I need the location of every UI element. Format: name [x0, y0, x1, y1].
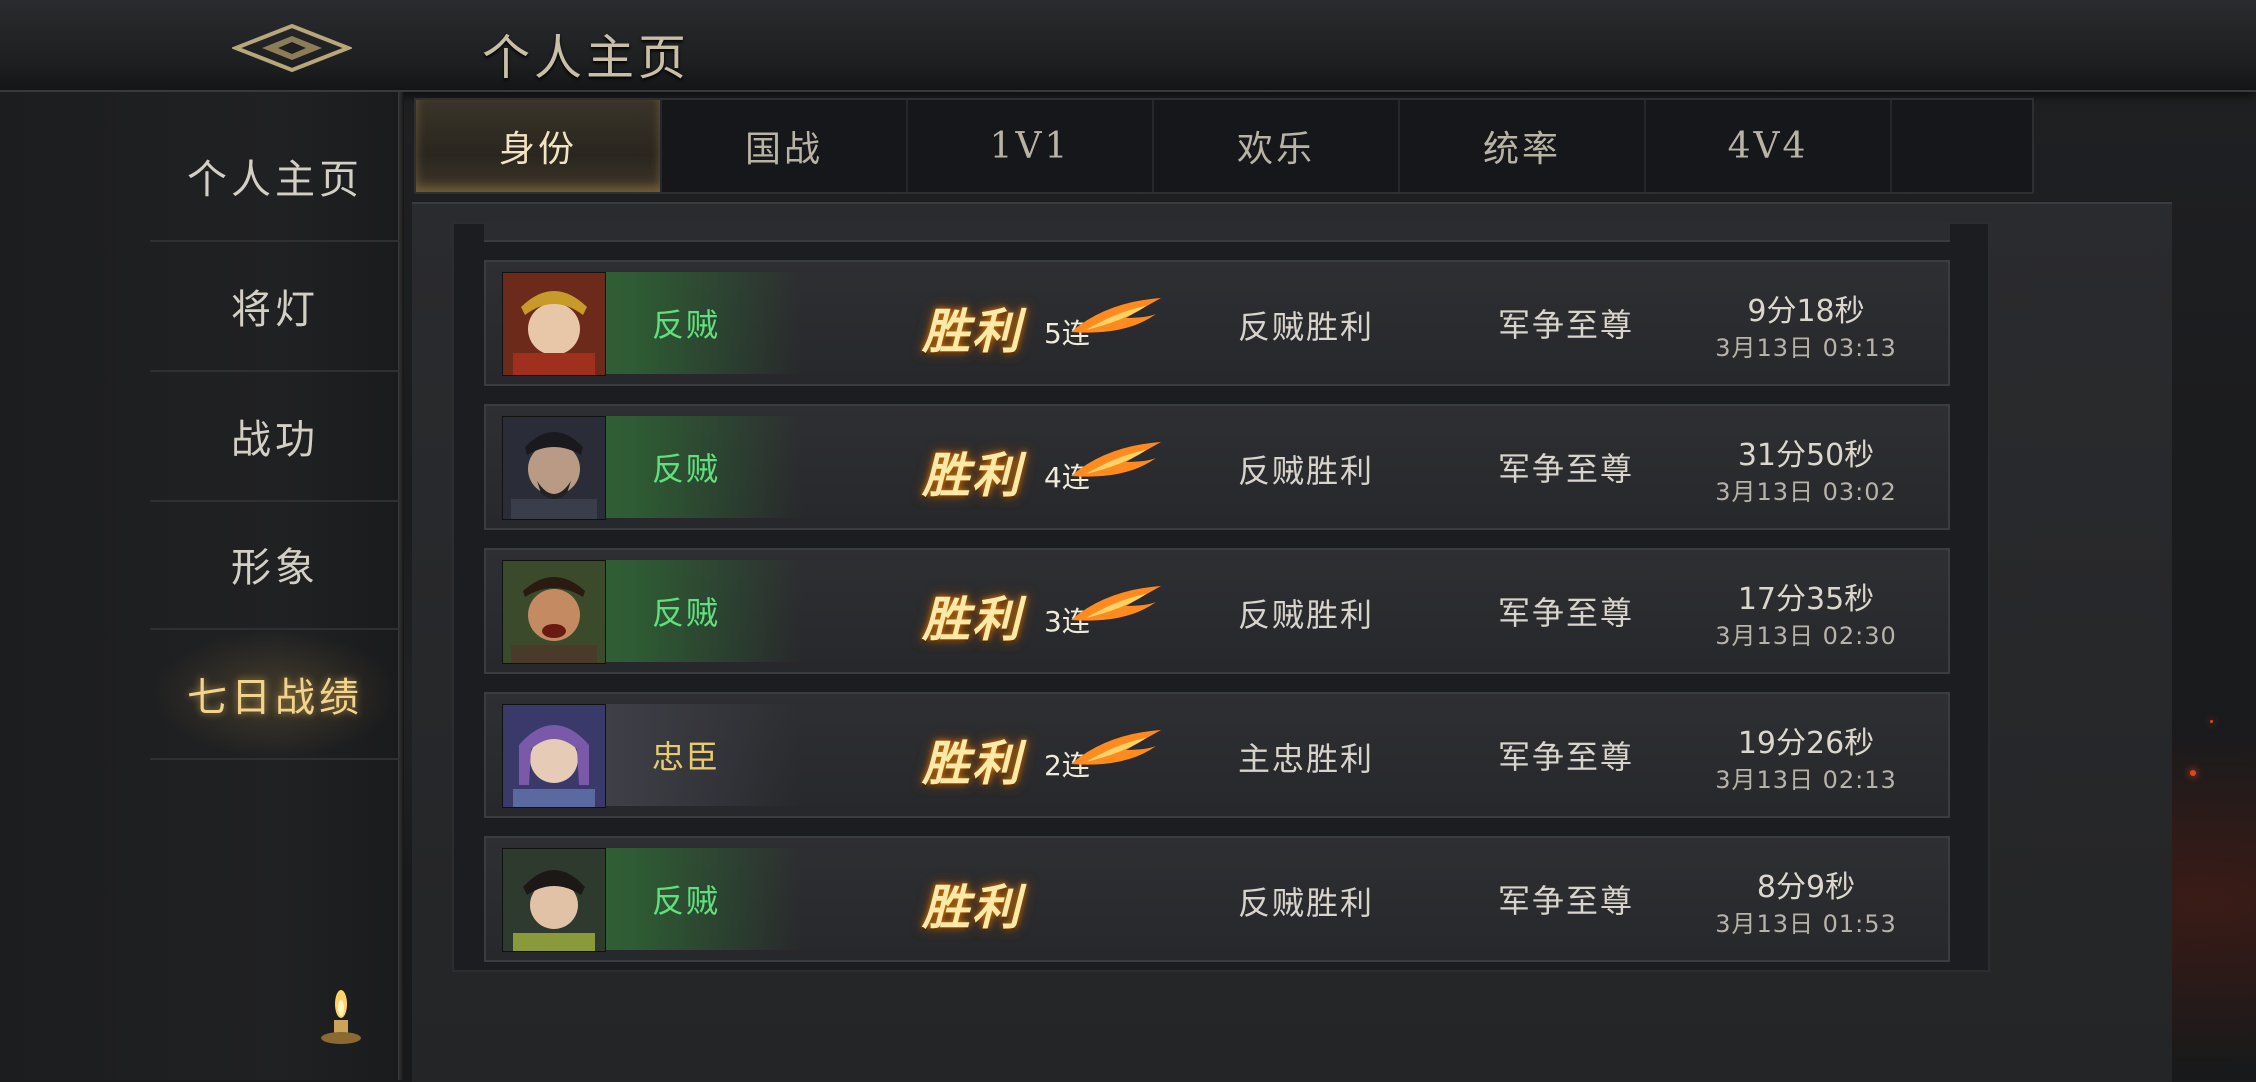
- female-general-avatar-icon: [502, 272, 606, 376]
- match-duration: 17分35秒: [1737, 582, 1875, 617]
- list-item[interactable]: 反贼 胜利 5连 反贼胜利 军争至尊 9分18秒 3月13日 03:13: [484, 260, 1950, 386]
- game-mode: 军争至尊: [1497, 594, 1634, 632]
- game-mode: 军争至尊: [1497, 738, 1634, 776]
- match-datetime: 3月13日 01:53: [1715, 910, 1897, 938]
- shouting-general-avatar-icon: [502, 560, 606, 664]
- top-bar: 个人主页: [0, 0, 2256, 92]
- match-datetime: 3月13日 02:13: [1715, 766, 1897, 794]
- tab-fun[interactable]: 欢乐: [1154, 100, 1400, 192]
- tab-command[interactable]: 统率: [1400, 100, 1646, 192]
- streak-count: 2: [1044, 749, 1062, 782]
- tab-1v1[interactable]: 1V1: [908, 100, 1154, 192]
- purple-hair-general-avatar-icon: [502, 704, 606, 808]
- match-duration: 31分50秒: [1737, 438, 1875, 473]
- list-item[interactable]: 反贼 胜利 3连 反贼胜利 军争至尊 17分35秒 3月13日 02:30: [484, 548, 1950, 674]
- match-datetime: 3月13日 03:13: [1715, 334, 1897, 362]
- sidebar-item-profile[interactable]: 个人主页: [150, 112, 400, 242]
- role-label: 反贼: [651, 594, 720, 632]
- ornate-diamond-back-icon: [230, 23, 354, 73]
- flame-icon: [1071, 442, 1161, 477]
- match-result: 主忠胜利: [1237, 740, 1374, 778]
- victory-label: 胜利: [922, 448, 1023, 504]
- category-tabs: 身份 国战 1V1 欢乐 统率 4V4: [414, 98, 2034, 194]
- list-item[interactable]: 忠臣 胜利 2连 主忠胜利 军争至尊 19分26秒 3月13日 02:13: [484, 692, 1950, 818]
- streak-count: 3: [1044, 605, 1062, 638]
- game-mode: 军争至尊: [1497, 306, 1634, 344]
- streak-count: 4: [1044, 461, 1062, 494]
- streak-count: 5: [1044, 317, 1062, 350]
- victory-label: 胜利: [922, 592, 1023, 648]
- ember-particle: [2210, 720, 2213, 723]
- list-item[interactable]: 反贼 胜利 4连 反贼胜利 军争至尊 31分50秒 3月13日 03:02: [484, 404, 1950, 530]
- match-datetime: 3月13日 03:02: [1715, 478, 1897, 506]
- candle-icon: [316, 984, 366, 1054]
- role-label: 反贼: [651, 882, 720, 920]
- role-label: 反贼: [651, 450, 720, 488]
- match-duration: 8分9秒: [1756, 870, 1856, 905]
- sidebar-item-general-lamp[interactable]: 将灯: [150, 242, 400, 372]
- game-mode: 军争至尊: [1497, 450, 1634, 488]
- flame-icon: [1071, 586, 1161, 621]
- match-result: 反贼胜利: [1237, 308, 1374, 346]
- victory-label: 胜利: [922, 880, 1023, 936]
- list-item-partial: [484, 222, 1950, 242]
- bearded-general-avatar-icon: [502, 416, 606, 520]
- sidebar-item-appearance[interactable]: 形象: [150, 500, 400, 630]
- tab-identity[interactable]: 身份: [416, 100, 662, 192]
- role-label: 忠臣: [651, 738, 720, 776]
- page-title: 个人主页: [482, 30, 691, 86]
- tab-4v4[interactable]: 4V4: [1646, 100, 1892, 192]
- game-mode: 军争至尊: [1497, 882, 1634, 920]
- role-label: 反贼: [651, 306, 720, 344]
- match-duration: 9分18秒: [1747, 294, 1865, 329]
- match-result: 反贼胜利: [1237, 452, 1374, 490]
- young-general-avatar-icon: [502, 848, 606, 952]
- tab-national-war[interactable]: 国战: [662, 100, 908, 192]
- victory-label: 胜利: [922, 736, 1023, 792]
- sidebar-item-seven-day-record[interactable]: 七日战绩: [150, 630, 400, 760]
- sidebar-item-merits[interactable]: 战功: [150, 372, 400, 502]
- list-item[interactable]: 反贼 胜利 反贼胜利 军争至尊 8分9秒 3月13日 01:53: [484, 836, 1950, 962]
- ember-particle: [2190, 770, 2196, 776]
- flame-icon: [1071, 730, 1161, 765]
- match-result: 反贼胜利: [1237, 596, 1374, 634]
- match-datetime: 3月13日 02:30: [1715, 622, 1897, 650]
- match-result: 反贼胜利: [1237, 884, 1374, 922]
- back-button[interactable]: [230, 22, 354, 74]
- victory-label: 胜利: [922, 304, 1023, 360]
- match-duration: 19分26秒: [1737, 726, 1875, 761]
- flame-icon: [1071, 298, 1161, 333]
